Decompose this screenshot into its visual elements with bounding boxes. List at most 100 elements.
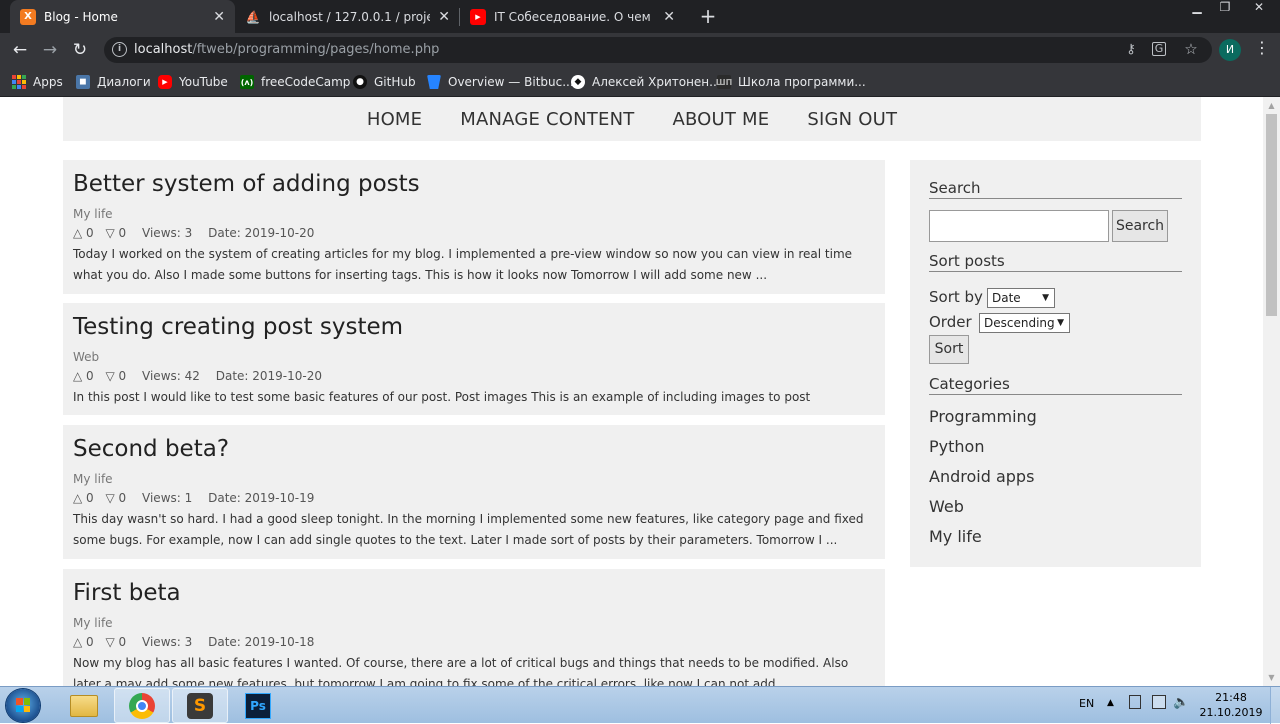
post-title[interactable]: Better system of adding posts (73, 171, 420, 197)
taskbar-photoshop[interactable]: Ps (230, 688, 286, 723)
new-tab-button[interactable]: + (696, 4, 720, 28)
bookmarks-bar: Apps ◼ Диалоги ▶ YouTube (ʌ) freeCodeCam… (0, 66, 1280, 97)
close-tab-icon[interactable]: ✕ (213, 9, 225, 25)
minimize-icon[interactable]: ▁ (1183, 0, 1211, 17)
windows-logo-icon (16, 698, 30, 712)
sidebar: Search Search Sort posts Sort by Date ▼ … (910, 160, 1201, 567)
clock-time: 21:48 (1215, 691, 1247, 704)
search-input[interactable] (929, 210, 1109, 242)
address-bar[interactable]: i localhost/ftweb/programming/pages/home… (104, 37, 1212, 63)
search-button[interactable]: Search (1112, 210, 1168, 242)
photoshop-icon: Ps (245, 692, 271, 719)
tab-blog-home[interactable]: X Blog - Home ✕ (10, 0, 235, 33)
tab-title: IT Собеседование. О чем спрос (494, 9, 655, 24)
post-title[interactable]: Second beta? (73, 436, 229, 462)
volume-icon[interactable]: 🔈 (1173, 695, 1189, 710)
post-category[interactable]: My life (73, 616, 113, 630)
close-window-icon[interactable]: ✕ (1241, 0, 1277, 17)
tab-title: Blog - Home (44, 9, 118, 24)
post-meta: △ 0 ▽ 0 Views: 42 Date: 2019-10-20 (73, 369, 330, 383)
nav-home[interactable]: HOME (367, 109, 422, 130)
category-link[interactable]: Web (929, 497, 964, 516)
url-host: localhost (134, 42, 193, 57)
order-select[interactable]: Descending ▼ (979, 313, 1070, 333)
nav-about-me[interactable]: ABOUT ME (672, 109, 769, 130)
category-link[interactable]: Python (929, 437, 984, 456)
forward-icon[interactable]: → (38, 38, 62, 62)
upvote-count[interactable]: △ 0 (73, 369, 94, 383)
post-title[interactable]: Testing creating post system (73, 314, 403, 340)
taskbar-explorer[interactable] (56, 688, 112, 723)
taskbar-chrome[interactable] (114, 688, 170, 723)
taskbar-sublime[interactable]: S (172, 688, 228, 723)
menu-icon[interactable]: ⋮ (1254, 38, 1270, 57)
translate-icon[interactable]: G (1152, 42, 1166, 56)
back-icon[interactable]: ← (8, 38, 32, 62)
profile-avatar[interactable]: И (1219, 39, 1241, 61)
upvote-count[interactable]: △ 0 (73, 226, 94, 240)
bookmark-star-icon[interactable]: ☆ (1182, 40, 1200, 58)
show-desktop-button[interactable] (1270, 687, 1280, 724)
post-title[interactable]: First beta (73, 580, 181, 606)
downvote-count[interactable]: ▽ 0 (106, 635, 127, 649)
post-meta: △ 0 ▽ 0 Views: 1 Date: 2019-10-19 (73, 491, 322, 505)
bookmark-youtube[interactable]: ▶ YouTube (158, 72, 228, 92)
youtube-icon: ▶ (158, 75, 172, 89)
scroll-up-icon[interactable]: ▲ (1263, 97, 1280, 114)
sort-by-label: Sort by (929, 288, 983, 306)
network-icon[interactable] (1152, 695, 1166, 709)
bookmark-freecodecamp[interactable]: (ʌ) freeCodeCamp (240, 72, 350, 92)
bookmark-github[interactable]: ● GitHub (353, 72, 416, 92)
bookmark-apps[interactable]: Apps (12, 72, 63, 92)
sort-by-select[interactable]: Date ▼ (987, 288, 1055, 308)
bookmark-bitbucket[interactable]: Overview — Bitbuc... (427, 72, 574, 92)
post-card: Second beta? My life △ 0 ▽ 0 Views: 1 Da… (63, 425, 885, 559)
key-icon[interactable]: ⚷ (1122, 42, 1140, 58)
post-excerpt: In this post I would like to test some b… (73, 390, 811, 404)
folder-icon (70, 694, 98, 717)
category-link[interactable]: Android apps (929, 467, 1034, 486)
tab-youtube-video[interactable]: ▶ IT Собеседование. О чем спрос ✕ (460, 0, 685, 33)
scroll-thumb[interactable] (1266, 114, 1277, 316)
info-icon[interactable]: i (112, 42, 127, 57)
bookmark-programming-school[interactable]: ШП Школа программи... (716, 72, 866, 92)
upvote-count[interactable]: △ 0 (73, 491, 94, 505)
nav-sign-out[interactable]: SIGN OUT (807, 109, 897, 130)
bookmark-label: YouTube (179, 75, 228, 89)
post-meta: △ 0 ▽ 0 Views: 3 Date: 2019-10-18 (73, 635, 322, 649)
scroll-down-icon[interactable]: ▼ (1263, 669, 1280, 686)
downvote-count[interactable]: ▽ 0 (106, 369, 127, 383)
tab-phpmyadmin[interactable]: ⛵ localhost / 127.0.0.1 / project_blo ✕ (235, 0, 460, 33)
bitbucket-icon (427, 75, 441, 89)
close-tab-icon[interactable]: ✕ (663, 9, 675, 25)
order-value: Descending (984, 316, 1055, 330)
phpmyadmin-icon: ⛵ (245, 9, 261, 24)
downvote-count[interactable]: ▽ 0 (106, 226, 127, 240)
tray-expand-icon[interactable]: ▲ (1107, 698, 1114, 708)
post-category[interactable]: Web (73, 350, 99, 364)
restore-icon[interactable]: ❐ (1211, 0, 1239, 17)
bookmark-dialogs[interactable]: ◼ Диалоги (76, 72, 151, 92)
apps-grid-icon (12, 75, 26, 89)
upvote-count[interactable]: △ 0 (73, 635, 94, 649)
bookmark-khritonenkov[interactable]: ◆ Алексей Хритонен... (571, 72, 721, 92)
post-views: Views: 1 (142, 491, 193, 505)
post-date: Date: 2019-10-19 (208, 491, 315, 505)
post-category[interactable]: My life (73, 472, 113, 486)
category-link[interactable]: Programming (929, 407, 1037, 426)
taskbar-clock[interactable]: 21:48 21.10.2019 (1196, 690, 1266, 720)
start-button[interactable] (6, 689, 40, 722)
post-views: Views: 3 (142, 226, 193, 240)
downvote-count[interactable]: ▽ 0 (106, 491, 127, 505)
sort-button[interactable]: Sort (929, 335, 969, 364)
category-link[interactable]: My life (929, 527, 982, 546)
close-tab-icon[interactable]: ✕ (438, 9, 450, 25)
page-scrollbar[interactable]: ▲ ▼ (1263, 97, 1280, 686)
post-category[interactable]: My life (73, 207, 113, 221)
nav-manage-content[interactable]: MANAGE CONTENT (460, 109, 634, 130)
url-text[interactable]: localhost/ftweb/programming/pages/home.p… (134, 42, 439, 57)
bookmark-label: GitHub (374, 75, 416, 89)
reload-icon[interactable]: ↻ (68, 38, 92, 62)
tray-app-icon[interactable] (1129, 695, 1141, 709)
language-indicator[interactable]: EN (1079, 697, 1094, 710)
